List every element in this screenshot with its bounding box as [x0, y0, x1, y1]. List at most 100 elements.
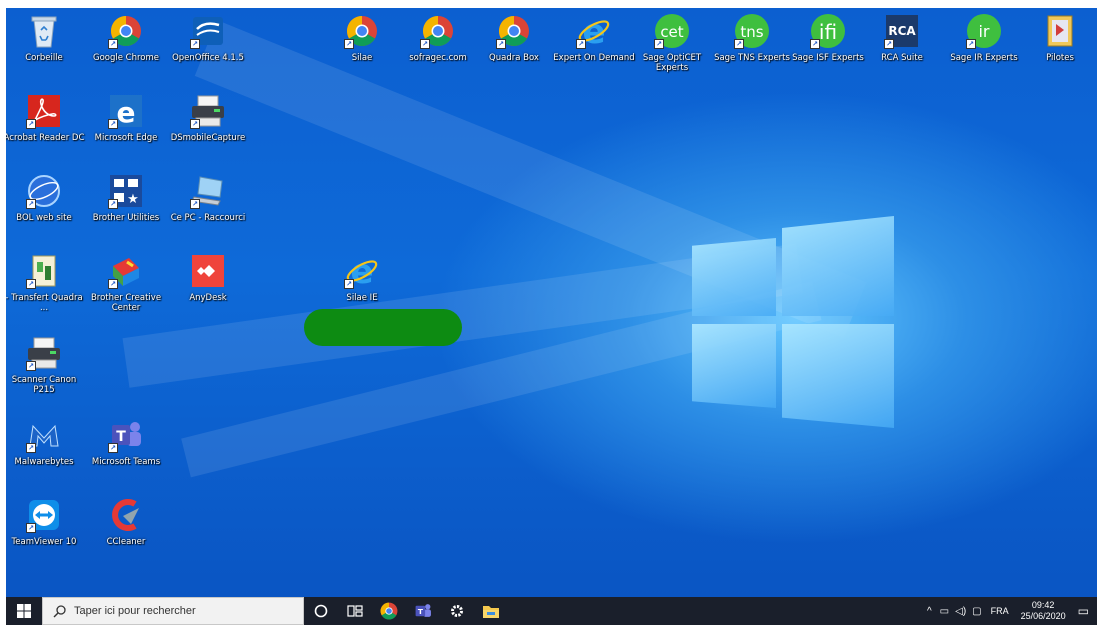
desktop-icon-pilotes[interactable]: Pilotes [1018, 12, 1097, 63]
desktop-icon-acrobat-reader[interactable]: ↗ Acrobat Reader DC [6, 92, 86, 143]
desktop-icon-scanner-canon[interactable]: ↗ Scanner Canon P215 [6, 334, 86, 395]
sage-tns-icon: tns ↗ [733, 12, 771, 50]
desktop-icon-malwarebytes[interactable]: ↗ Malwarebytes [6, 416, 86, 467]
icon-label: Acrobat Reader DC [6, 133, 85, 143]
desktop-icon-silae[interactable]: ↗ Silae [320, 12, 404, 63]
desktop-icon-sage-isf[interactable]: ifi ↗ Sage ISF Experts [786, 12, 870, 63]
language-indicator[interactable]: FRA [985, 606, 1015, 616]
desktop-icon-bol-web-site[interactable]: ↗ BOL web site [6, 172, 86, 223]
desktop-icon-brother-utilities[interactable]: ★ ↗ Brother Utilities [84, 172, 168, 223]
icon-label: OpenOffice 4.1.5 [172, 53, 244, 63]
teams-icon: T ↗ [107, 416, 145, 454]
desktop-icon-expert-on-demand[interactable]: e ↗ Expert On Demand [552, 12, 636, 63]
desktop-icon-corbeille[interactable]: Corbeille [6, 12, 86, 63]
shortcut-arrow-icon: ↗ [26, 119, 36, 129]
shortcut-arrow-icon: ↗ [26, 523, 36, 533]
desktop-icon-quadra-box[interactable]: ↗ Quadra Box [472, 12, 556, 63]
desktop-icon-openoffice[interactable]: ↗ OpenOffice 4.1.5 [166, 12, 250, 63]
task-view-button[interactable] [338, 597, 372, 625]
notification-display-icon[interactable]: ▢ [969, 606, 984, 617]
desktop-icon-microsoft-teams[interactable]: T ↗ Microsoft Teams [84, 416, 168, 467]
desktop[interactable]: Corbeille ↗ Google Chrome ↗ OpenOffice 4… [6, 8, 1097, 597]
icon-label: Malwarebytes [14, 457, 74, 467]
desktop-icon-dsmobilecapture[interactable]: ↗ DSmobileCapture [166, 92, 250, 143]
icon-label: Sage OptiCET Experts [642, 53, 702, 73]
icon-label: BOL web site [16, 213, 72, 223]
volume-icon[interactable]: ◁) [952, 606, 969, 617]
desktop-icon-sofragec[interactable]: ↗ sofragec.com [396, 12, 480, 63]
internet-explorer-icon: e ↗ [343, 252, 381, 290]
icon-label: Pilotes [1046, 53, 1074, 63]
openoffice-icon: ↗ [189, 12, 227, 50]
redaction-mark [304, 309, 462, 346]
edge-icon: e ↗ [107, 92, 145, 130]
icon-label: RCA Suite [881, 53, 923, 63]
start-button[interactable] [6, 597, 42, 625]
taskbar-file-explorer-button[interactable] [474, 597, 508, 625]
sage-cet-icon: cet ↗ [653, 12, 691, 50]
windows-logo-pane [782, 324, 894, 428]
screen: Corbeille ↗ Google Chrome ↗ OpenOffice 4… [0, 0, 1103, 625]
scanner-icon: ↗ [25, 334, 63, 372]
chevron-up-icon[interactable]: ^ [922, 606, 937, 617]
taskbar-chrome-button[interactable] [372, 597, 406, 625]
bol-icon: ↗ [25, 172, 63, 210]
desktop-icon-sage-opticet[interactable]: cet ↗ Sage OptiCET Experts [630, 12, 714, 73]
task-view-icon [347, 605, 363, 617]
icon-label: Brother Utilities [92, 213, 160, 223]
icon-label: Ce PC - Raccourci [170, 213, 246, 223]
svg-text:★: ★ [127, 192, 139, 207]
recycle-bin-icon [25, 12, 63, 50]
desktop-icon-microsoft-edge[interactable]: e ↗ Microsoft Edge [84, 92, 168, 143]
icon-label: Silae [351, 53, 373, 63]
desktop-icon-anydesk[interactable]: AnyDesk [166, 252, 250, 303]
desktop-icon-sage-tns[interactable]: tns ↗ Sage TNS Experts [710, 12, 794, 63]
icon-label: TeamViewer 10 [11, 537, 77, 547]
icon-label: Microsoft Edge [94, 133, 158, 143]
icon-label: AnyDesk [189, 293, 227, 303]
pilotes-icon [1041, 12, 1079, 50]
windows-start-icon [17, 604, 31, 618]
shortcut-arrow-icon: ↗ [344, 279, 354, 289]
desktop-icon-transfert-quadra[interactable]: ↗ - Transfert Quadra ... [6, 252, 86, 313]
ccleaner-icon [107, 496, 145, 534]
computer-icon: ↗ [189, 172, 227, 210]
icon-label: Scanner Canon P215 [11, 375, 77, 395]
network-icon[interactable]: ▭ [937, 606, 952, 617]
desktop-icon-rca-suite[interactable]: RCA ↗ RCA Suite [860, 12, 944, 63]
desktop-icon-brother-creative-center[interactable]: ↗ Brother Creative Center [84, 252, 168, 313]
clock[interactable]: 09:42 25/06/2020 [1015, 600, 1072, 622]
transfer-icon: ↗ [25, 252, 63, 290]
icon-label: Silae IE [346, 293, 378, 303]
windows-logo-pane [782, 216, 894, 316]
rca-icon: RCA ↗ [883, 12, 921, 50]
clock-date: 25/06/2020 [1020, 611, 1066, 621]
desktop-icon-silae-ie[interactable]: e ↗ Silae IE [320, 252, 404, 303]
shortcut-arrow-icon: ↗ [654, 39, 664, 49]
desktop-icon-teamviewer[interactable]: ↗ TeamViewer 10 [6, 496, 86, 547]
action-center-icon[interactable]: ▭ [1072, 604, 1097, 618]
desktop-icon-ccleaner[interactable]: CCleaner [84, 496, 168, 547]
chrome-icon: ↗ [419, 12, 457, 50]
desktop-icon-google-chrome[interactable]: ↗ Google Chrome [84, 12, 168, 63]
shortcut-arrow-icon: ↗ [108, 199, 118, 209]
taskbar-teams-button[interactable]: T [406, 597, 440, 625]
shortcut-arrow-icon: ↗ [108, 279, 118, 289]
shortcut-arrow-icon: ↗ [190, 119, 200, 129]
shortcut-arrow-icon: ↗ [344, 39, 354, 49]
icon-label: Sage IR Experts [950, 53, 1018, 63]
acrobat-icon: ↗ [25, 92, 63, 130]
taskbar-search-box[interactable]: Taper ici pour rechercher [42, 597, 304, 625]
chrome-icon [380, 602, 398, 620]
svg-text:ifi: ifi [819, 20, 837, 44]
desktop-icon-sage-ir[interactable]: ir ↗ Sage IR Experts [942, 12, 1026, 63]
sage-ir-icon: ir ↗ [965, 12, 1003, 50]
icon-label: Microsoft Teams [91, 457, 161, 467]
desktop-icon-ce-pc[interactable]: ↗ Ce PC - Raccourci [166, 172, 250, 223]
shortcut-arrow-icon: ↗ [190, 39, 200, 49]
icon-label: sofragec.com [409, 53, 467, 63]
brother-creative-icon: ↗ [107, 252, 145, 290]
taskbar-settings-button[interactable] [440, 597, 474, 625]
cortana-button[interactable] [304, 597, 338, 625]
sage-ifi-icon: ifi ↗ [809, 12, 847, 50]
